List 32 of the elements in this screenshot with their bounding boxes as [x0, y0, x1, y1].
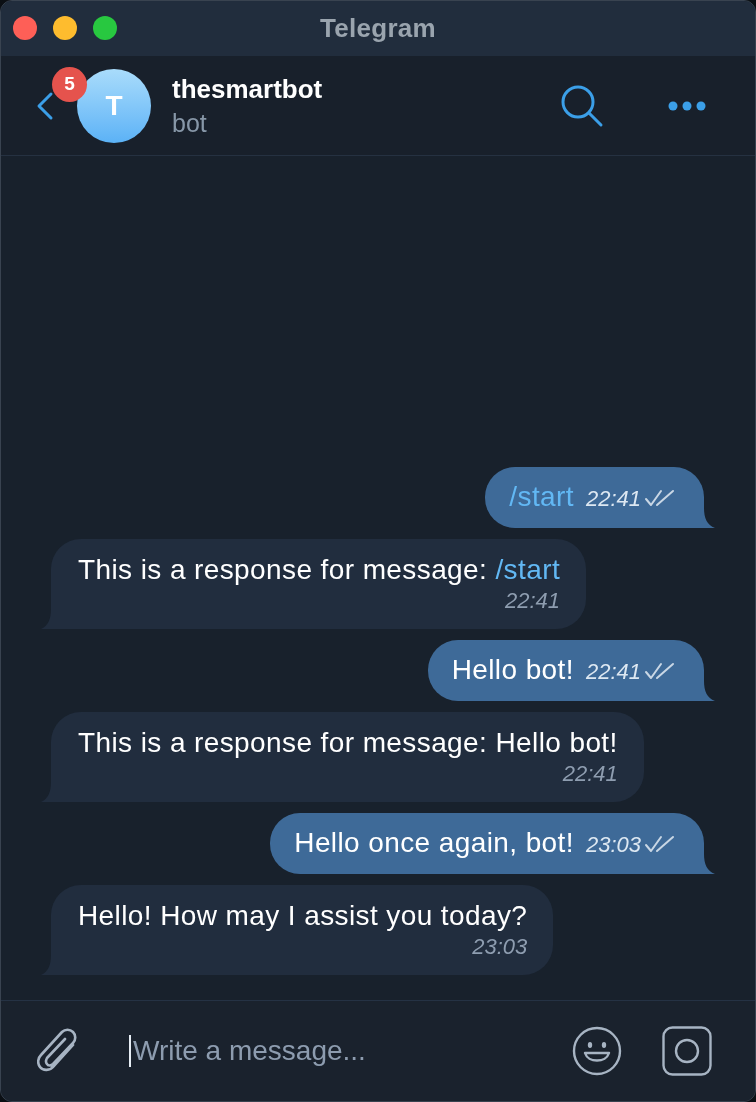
- message-time: 22:41: [505, 587, 561, 615]
- message-text: Hello once again, bot!: [294, 827, 574, 858]
- message-time: 23:03: [585, 831, 641, 859]
- window-minimize-button[interactable]: [53, 16, 77, 40]
- message-text: Hello! How may I assist you today?: [78, 900, 528, 932]
- chat-status: bot: [172, 109, 208, 137]
- window-title: Telegram: [319, 12, 437, 45]
- avatar-letter: T: [105, 88, 123, 123]
- message-time: 22:41: [562, 760, 618, 788]
- window-close-button[interactable]: [13, 16, 37, 40]
- video-message-button[interactable]: [662, 1026, 712, 1076]
- unread-count-badge: 5: [52, 67, 87, 102]
- message-text: This is a response for message: Hello bot!: [78, 727, 618, 759]
- search-button[interactable]: [560, 83, 604, 128]
- window-zoom-button[interactable]: [93, 16, 117, 40]
- search-icon: [560, 83, 604, 128]
- message-time: 22:41: [585, 658, 641, 686]
- command-link[interactable]: /start: [495, 554, 561, 585]
- back-button[interactable]: [35, 90, 55, 121]
- more-button[interactable]: [668, 100, 706, 111]
- message-text: Hello bot!: [451, 654, 574, 685]
- more-dots-icon: [668, 100, 706, 111]
- message-time: 22:41: [585, 485, 641, 513]
- message-input[interactable]: Write a message...: [133, 1031, 560, 1071]
- command-link[interactable]: /start: [509, 481, 574, 512]
- back-chevron-icon: [35, 90, 55, 121]
- message-time: 23:03: [472, 933, 528, 961]
- message-text: This is a response for message: /start: [78, 554, 561, 586]
- chat-name: thesmartbot: [172, 74, 323, 104]
- avatar[interactable]: T: [77, 68, 151, 143]
- smiley-icon: [572, 1026, 622, 1076]
- emoji-button[interactable]: [572, 1026, 622, 1076]
